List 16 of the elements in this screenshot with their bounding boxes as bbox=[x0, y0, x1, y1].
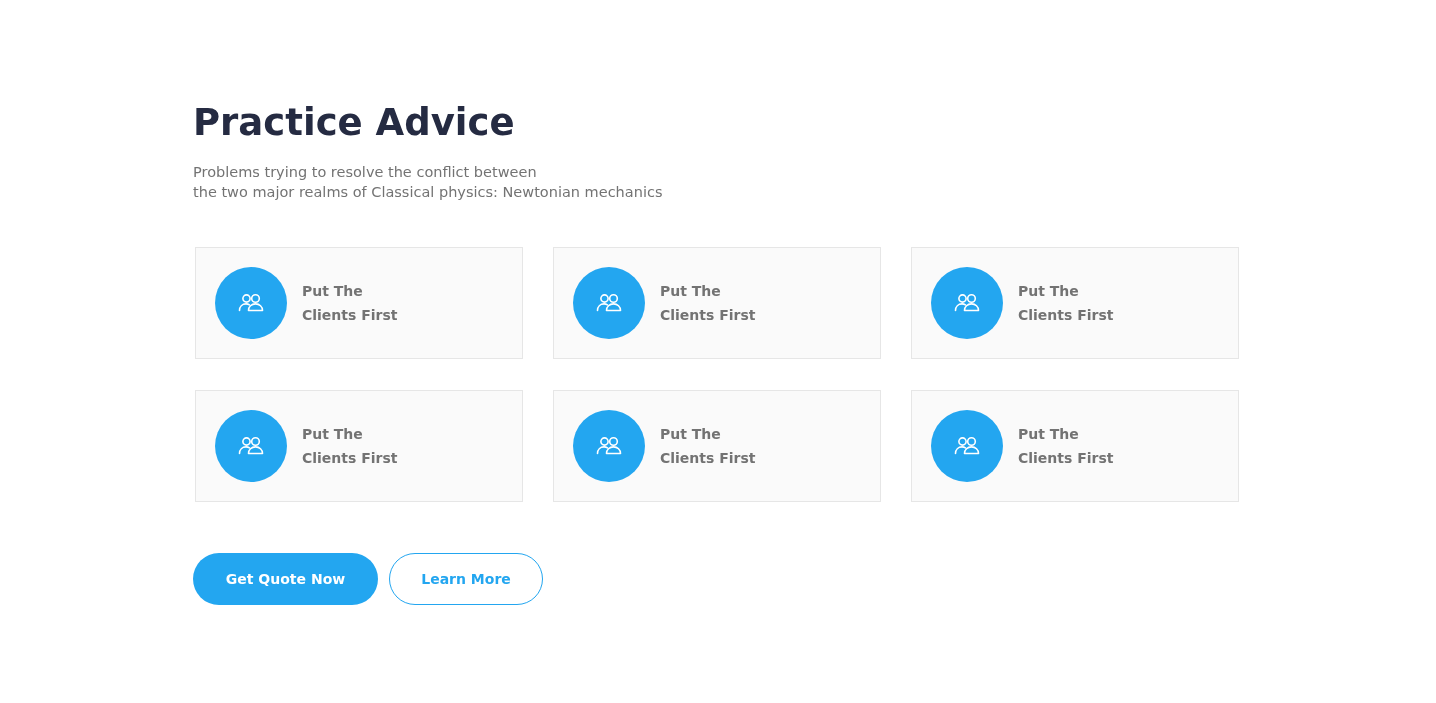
learn-more-button[interactable]: Learn More bbox=[389, 553, 543, 605]
card-title: Put The Clients First bbox=[660, 425, 756, 468]
people-icon bbox=[215, 267, 287, 339]
get-quote-button[interactable]: Get Quote Now bbox=[193, 553, 378, 605]
people-icon bbox=[931, 410, 1003, 482]
section-description: Problems trying to resolve the conflict between the two major realms of Classical physics: Newtonian mechanics bbox=[193, 163, 663, 202]
card-title: Put The Clients First bbox=[1018, 425, 1114, 468]
people-icon bbox=[931, 267, 1003, 339]
card-title: Put The Clients First bbox=[302, 425, 398, 468]
card-title: Put The Clients First bbox=[302, 282, 398, 325]
people-icon bbox=[215, 410, 287, 482]
people-icon bbox=[573, 410, 645, 482]
card-title: Put The Clients First bbox=[1018, 282, 1114, 325]
people-icon bbox=[573, 267, 645, 339]
card-title: Put The Clients First bbox=[660, 282, 756, 325]
section-heading: Practice Advice bbox=[193, 100, 515, 146]
